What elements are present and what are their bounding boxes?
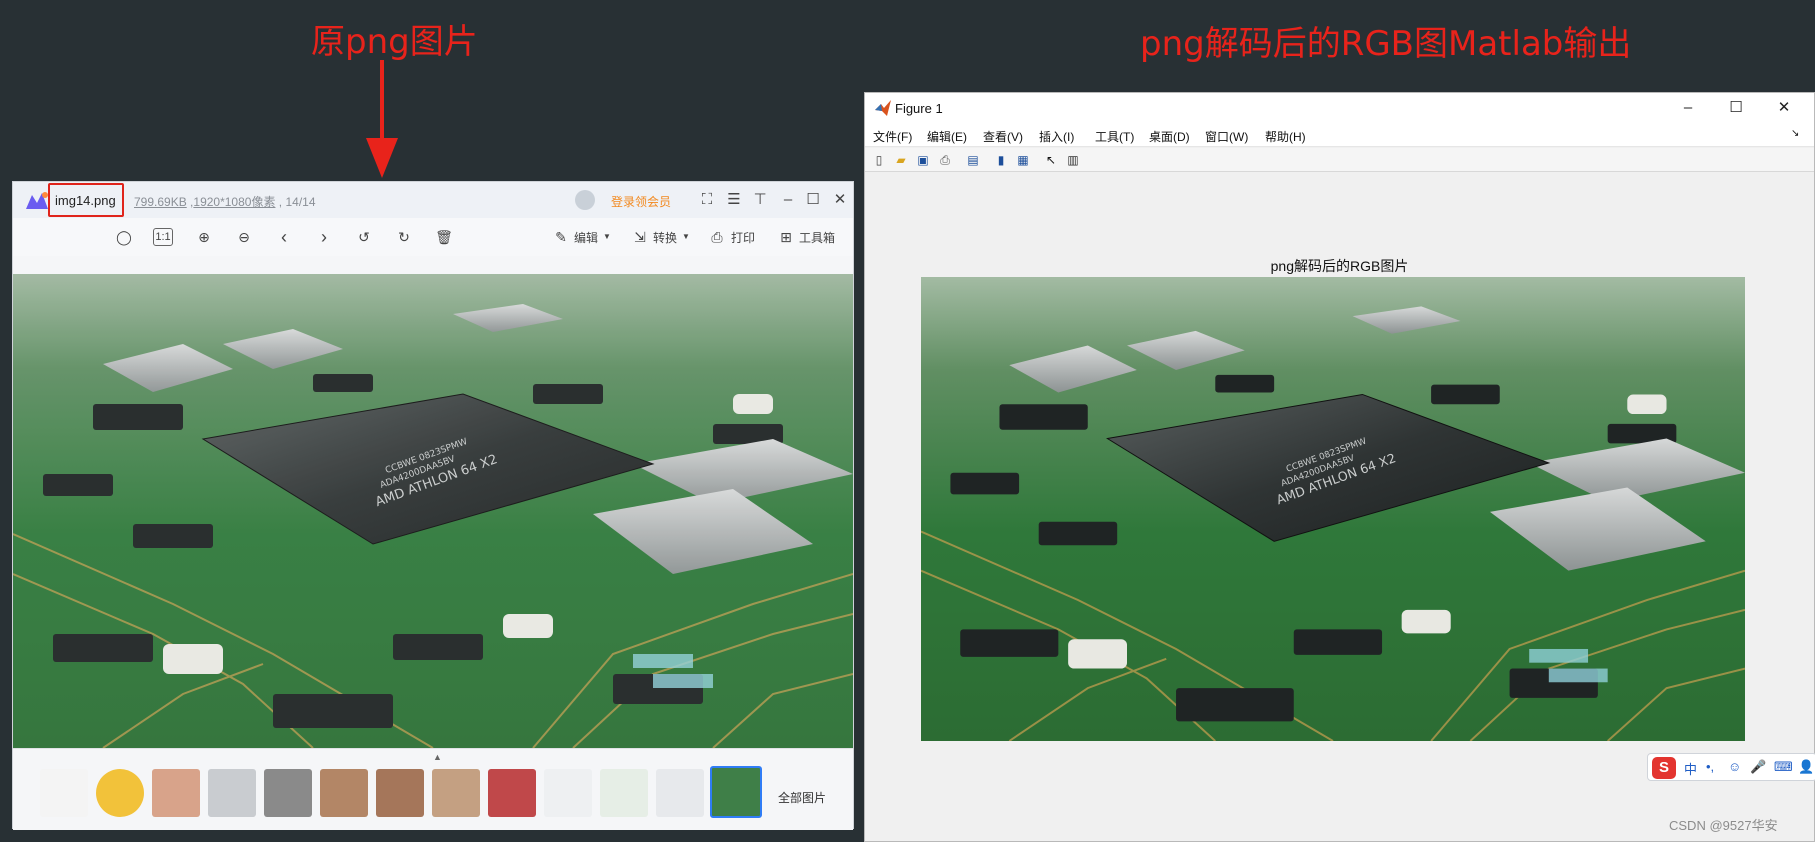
close-icon[interactable]: ✕ [829,189,851,211]
thumbnail[interactable] [320,769,368,817]
dock-arrow-icon[interactable]: ↘ [1791,128,1799,139]
edit-icon[interactable]: ✎ [550,226,572,248]
thumbnail[interactable] [152,769,200,817]
app-logo-icon [26,192,48,209]
actual-size-icon[interactable]: 1:1 [153,228,173,246]
menu-help[interactable]: 帮助(H) [1265,128,1306,145]
file-counter: 14/14 [285,195,316,209]
close-icon[interactable]: ✕ [1771,97,1797,119]
axes-title: png解码后的RGB图片 [1270,258,1409,274]
menu-file[interactable]: 文件(F) [873,128,912,145]
open-file-icon[interactable]: ▰ [893,152,909,168]
colorbar-icon[interactable]: ▮ [993,152,1009,168]
viewer-filename: img14.png [55,193,116,208]
viewer-file-meta: 799.69KB ,1920*1080像素 , 14/14 [134,195,316,209]
fullscreen-icon[interactable]: ⛶ [696,189,718,211]
csdn-watermark: CSDN @9527华安 [1669,818,1778,833]
thumbnail[interactable] [208,769,256,817]
circuit-board-image: AMD ATHLON 64 X2 ADA4200DAA5BV CCBWE 082… [13,274,853,748]
convert-button[interactable]: 转换 [653,229,677,246]
thumbnail[interactable] [432,769,480,817]
thumbnail[interactable] [264,769,312,817]
print-button[interactable]: 打印 [731,229,755,246]
figure-toolbar: ▯ ▰ ▣ ⎙ ▤ ▮ ▦ ↖ ▥ [865,148,1814,172]
thumbnail[interactable] [544,769,592,817]
menu-tools[interactable]: 工具(T) [1095,128,1134,145]
edit-button[interactable]: 编辑 [574,229,598,246]
save-icon[interactable]: ▣ [915,152,931,168]
user-avatar[interactable] [575,190,595,210]
new-figure-icon[interactable]: ▯ [871,152,887,168]
figure-title: Figure 1 [895,101,943,116]
rotate-right-icon[interactable]: ↻ [393,226,415,248]
menu-view[interactable]: 查看(V) [983,128,1023,145]
image-viewer-window: img14.png 799.69KB ,1920*1080像素 , 14/14 … [12,181,854,830]
file-size: 799.69KB [134,195,187,209]
thumbnail[interactable] [488,769,536,817]
viewer-titlebar: img14.png 799.69KB ,1920*1080像素 , 14/14 … [13,182,853,218]
file-resolution: 1920*1080像素 [193,195,276,209]
menu-edit[interactable]: 编辑(E) [927,128,967,145]
print-icon[interactable]: ⎙ [937,152,953,168]
delete-icon[interactable]: 🗑 [433,226,455,248]
convert-dropdown-icon[interactable]: ▼ [682,232,690,241]
ime-voice-icon[interactable]: 🎤 [1750,759,1766,775]
thumbnail[interactable] [40,769,88,817]
vip-login-link[interactable]: 登录领会员 [611,193,671,210]
all-pictures-link[interactable]: 全部图片 [778,789,826,806]
toolbox-icon[interactable]: ⊞ [775,226,797,248]
figure-titlebar: Figure 1 – ☐ ✕ [865,93,1814,123]
ime-user-icon[interactable]: 👤 [1798,759,1814,775]
maximize-icon[interactable]: ☐ [1723,97,1749,119]
annotation-matlab-output: png解码后的RGB图Matlab输出 [1140,24,1632,64]
annotation-arrow [366,60,398,178]
previous-icon[interactable]: ‹ [273,226,295,248]
menu-icon[interactable]: ☰ [723,189,745,211]
minimize-icon[interactable]: – [1675,97,1701,119]
toolbox-button[interactable]: 工具箱 [799,229,835,246]
zoom-in-icon[interactable]: ⊕ [193,226,215,248]
mouse-mode-icon[interactable]: ◯ [113,226,135,248]
maximize-icon[interactable]: ☐ [802,189,824,211]
minimize-icon[interactable]: – [777,189,799,211]
thumbnail[interactable] [376,769,424,817]
menu-window[interactable]: 窗口(W) [1205,128,1248,145]
edit-dropdown-icon[interactable]: ▼ [603,232,611,241]
ime-chinese-mode[interactable]: 中 [1684,759,1697,778]
property-editor-icon[interactable]: ▥ [1065,152,1081,168]
viewer-image: AMD ATHLON 64 X2 ADA4200DAA5BV CCBWE 082… [13,274,853,748]
menu-desktop[interactable]: 桌面(D) [1149,128,1190,145]
thumbnail-selected[interactable] [710,766,762,818]
matlab-icon [875,100,891,116]
ime-punctuation-icon[interactable]: •, [1706,759,1714,774]
thumbnail-strip: ▲ 全部图片 [13,748,853,830]
figure-axes-image: AMD ATHLON 64 X2 ADA4200DAA5BV CCBWE 082… [921,277,1745,741]
next-icon[interactable]: › [313,226,335,248]
convert-icon[interactable]: ⇲ [629,226,651,248]
sogou-ime-icon[interactable]: S [1652,757,1676,779]
thumbnail[interactable] [600,769,648,817]
collapse-thumbs-icon[interactable]: ▲ [433,752,442,762]
link-plot-icon[interactable]: ▤ [965,152,981,168]
pointer-icon[interactable]: ↖ [1043,152,1059,168]
ime-toolbar: S 中 •, ☺ 🎤 ⌨ 👤 [1647,753,1815,781]
matlab-figure-window: Figure 1 – ☐ ✕ 文件(F) 编辑(E) 查看(V) 插入(I) 工… [864,92,1815,842]
print-icon[interactable]: ⎙ [706,226,728,248]
thumbnail[interactable] [96,769,144,817]
menu-insert[interactable]: 插入(I) [1039,128,1074,145]
annotation-original-png: 原png图片 [311,22,478,62]
thumbnail[interactable] [656,769,704,817]
ime-keyboard-icon[interactable]: ⌨ [1774,759,1793,775]
ime-emoji-icon[interactable]: ☺ [1728,759,1741,774]
legend-icon[interactable]: ▦ [1015,152,1031,168]
pin-icon[interactable]: ⊤ [749,189,771,211]
figure-menubar: 文件(F) 编辑(E) 查看(V) 插入(I) 工具(T) 桌面(D) 窗口(W… [865,123,1814,147]
circuit-board-image: AMD ATHLON 64 X2 ADA4200DAA5BV CCBWE 082… [921,277,1745,741]
rotate-left-icon[interactable]: ↺ [353,226,375,248]
zoom-out-icon[interactable]: ⊖ [233,226,255,248]
viewer-toolbar: ◯ 1:1 ⊕ ⊖ ‹ › ↺ ↻ 🗑 ✎ 编辑 ▼ ⇲ 转换 ▼ ⎙ 打印 ⊞… [13,218,853,256]
